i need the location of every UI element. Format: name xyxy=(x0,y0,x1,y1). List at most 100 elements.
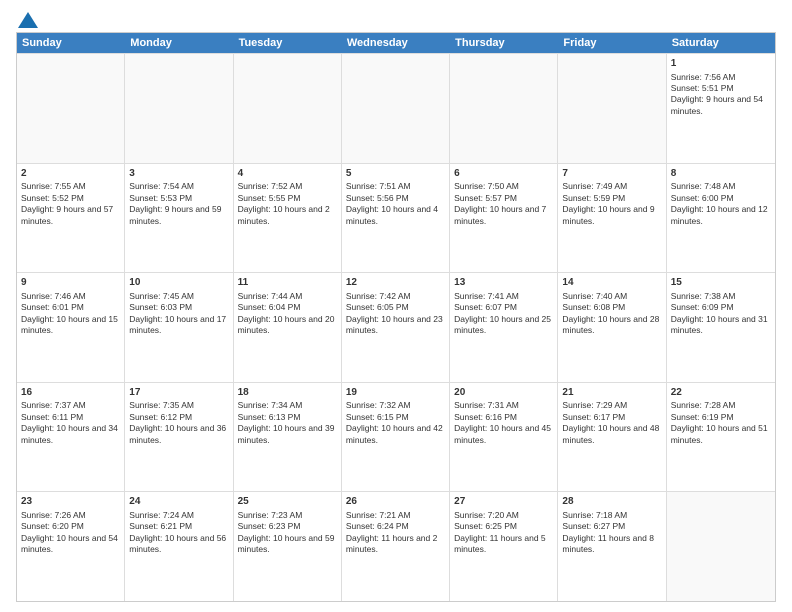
calendar-cell-1-5: 7Sunrise: 7:49 AM Sunset: 5:59 PM Daylig… xyxy=(558,164,666,273)
day-number: 14 xyxy=(562,276,661,290)
day-info: Sunrise: 7:32 AM Sunset: 6:15 PM Dayligh… xyxy=(346,400,443,444)
header-day-tuesday: Tuesday xyxy=(234,33,342,53)
calendar-cell-2-6: 15Sunrise: 7:38 AM Sunset: 6:09 PM Dayli… xyxy=(667,273,775,382)
calendar-cell-2-0: 9Sunrise: 7:46 AM Sunset: 6:01 PM Daylig… xyxy=(17,273,125,382)
calendar-cell-3-6: 22Sunrise: 7:28 AM Sunset: 6:19 PM Dayli… xyxy=(667,383,775,492)
calendar-cell-1-2: 4Sunrise: 7:52 AM Sunset: 5:55 PM Daylig… xyxy=(234,164,342,273)
day-info: Sunrise: 7:51 AM Sunset: 5:56 PM Dayligh… xyxy=(346,181,438,225)
day-info: Sunrise: 7:42 AM Sunset: 6:05 PM Dayligh… xyxy=(346,291,443,335)
day-number: 12 xyxy=(346,276,445,290)
calendar-cell-4-6 xyxy=(667,492,775,601)
calendar-cell-3-4: 20Sunrise: 7:31 AM Sunset: 6:16 PM Dayli… xyxy=(450,383,558,492)
day-number: 13 xyxy=(454,276,553,290)
day-number: 11 xyxy=(238,276,337,290)
calendar-row-4: 23Sunrise: 7:26 AM Sunset: 6:20 PM Dayli… xyxy=(17,491,775,601)
day-number: 24 xyxy=(129,495,228,509)
header-day-thursday: Thursday xyxy=(450,33,558,53)
calendar-cell-4-2: 25Sunrise: 7:23 AM Sunset: 6:23 PM Dayli… xyxy=(234,492,342,601)
day-info: Sunrise: 7:31 AM Sunset: 6:16 PM Dayligh… xyxy=(454,400,551,444)
day-number: 6 xyxy=(454,167,553,181)
calendar-cell-2-1: 10Sunrise: 7:45 AM Sunset: 6:03 PM Dayli… xyxy=(125,273,233,382)
calendar-cell-1-3: 5Sunrise: 7:51 AM Sunset: 5:56 PM Daylig… xyxy=(342,164,450,273)
day-number: 28 xyxy=(562,495,661,509)
calendar-row-3: 16Sunrise: 7:37 AM Sunset: 6:11 PM Dayli… xyxy=(17,382,775,492)
day-info: Sunrise: 7:52 AM Sunset: 5:55 PM Dayligh… xyxy=(238,181,330,225)
day-info: Sunrise: 7:48 AM Sunset: 6:00 PM Dayligh… xyxy=(671,181,768,225)
day-info: Sunrise: 7:20 AM Sunset: 6:25 PM Dayligh… xyxy=(454,510,546,554)
calendar-row-1: 2Sunrise: 7:55 AM Sunset: 5:52 PM Daylig… xyxy=(17,163,775,273)
day-number: 10 xyxy=(129,276,228,290)
calendar-cell-0-0 xyxy=(17,54,125,163)
day-info: Sunrise: 7:28 AM Sunset: 6:19 PM Dayligh… xyxy=(671,400,768,444)
header-day-wednesday: Wednesday xyxy=(342,33,450,53)
day-number: 3 xyxy=(129,167,228,181)
calendar-cell-1-6: 8Sunrise: 7:48 AM Sunset: 6:00 PM Daylig… xyxy=(667,164,775,273)
logo-icon xyxy=(18,12,38,28)
calendar-cell-2-4: 13Sunrise: 7:41 AM Sunset: 6:07 PM Dayli… xyxy=(450,273,558,382)
calendar-cell-4-4: 27Sunrise: 7:20 AM Sunset: 6:25 PM Dayli… xyxy=(450,492,558,601)
calendar-cell-0-1 xyxy=(125,54,233,163)
day-info: Sunrise: 7:29 AM Sunset: 6:17 PM Dayligh… xyxy=(562,400,659,444)
day-number: 18 xyxy=(238,386,337,400)
day-number: 8 xyxy=(671,167,771,181)
day-number: 15 xyxy=(671,276,771,290)
day-number: 21 xyxy=(562,386,661,400)
day-info: Sunrise: 7:50 AM Sunset: 5:57 PM Dayligh… xyxy=(454,181,546,225)
day-number: 20 xyxy=(454,386,553,400)
day-info: Sunrise: 7:55 AM Sunset: 5:52 PM Dayligh… xyxy=(21,181,113,225)
page: SundayMondayTuesdayWednesdayThursdayFrid… xyxy=(0,0,792,612)
day-number: 19 xyxy=(346,386,445,400)
calendar-cell-3-0: 16Sunrise: 7:37 AM Sunset: 6:11 PM Dayli… xyxy=(17,383,125,492)
calendar-cell-3-3: 19Sunrise: 7:32 AM Sunset: 6:15 PM Dayli… xyxy=(342,383,450,492)
day-number: 5 xyxy=(346,167,445,181)
calendar-cell-3-2: 18Sunrise: 7:34 AM Sunset: 6:13 PM Dayli… xyxy=(234,383,342,492)
day-info: Sunrise: 7:56 AM Sunset: 5:51 PM Dayligh… xyxy=(671,72,763,116)
calendar-cell-3-5: 21Sunrise: 7:29 AM Sunset: 6:17 PM Dayli… xyxy=(558,383,666,492)
calendar: SundayMondayTuesdayWednesdayThursdayFrid… xyxy=(16,32,776,602)
logo xyxy=(16,12,38,24)
day-number: 7 xyxy=(562,167,661,181)
calendar-row-0: 1Sunrise: 7:56 AM Sunset: 5:51 PM Daylig… xyxy=(17,53,775,163)
header-day-saturday: Saturday xyxy=(667,33,775,53)
day-info: Sunrise: 7:40 AM Sunset: 6:08 PM Dayligh… xyxy=(562,291,659,335)
calendar-body: 1Sunrise: 7:56 AM Sunset: 5:51 PM Daylig… xyxy=(17,53,775,601)
calendar-cell-0-3 xyxy=(342,54,450,163)
header-day-monday: Monday xyxy=(125,33,233,53)
day-info: Sunrise: 7:18 AM Sunset: 6:27 PM Dayligh… xyxy=(562,510,654,554)
day-info: Sunrise: 7:34 AM Sunset: 6:13 PM Dayligh… xyxy=(238,400,335,444)
calendar-cell-1-1: 3Sunrise: 7:54 AM Sunset: 5:53 PM Daylig… xyxy=(125,164,233,273)
calendar-cell-1-0: 2Sunrise: 7:55 AM Sunset: 5:52 PM Daylig… xyxy=(17,164,125,273)
day-info: Sunrise: 7:37 AM Sunset: 6:11 PM Dayligh… xyxy=(21,400,118,444)
day-info: Sunrise: 7:49 AM Sunset: 5:59 PM Dayligh… xyxy=(562,181,654,225)
day-info: Sunrise: 7:38 AM Sunset: 6:09 PM Dayligh… xyxy=(671,291,768,335)
calendar-cell-0-2 xyxy=(234,54,342,163)
calendar-cell-4-5: 28Sunrise: 7:18 AM Sunset: 6:27 PM Dayli… xyxy=(558,492,666,601)
day-info: Sunrise: 7:41 AM Sunset: 6:07 PM Dayligh… xyxy=(454,291,551,335)
day-info: Sunrise: 7:23 AM Sunset: 6:23 PM Dayligh… xyxy=(238,510,335,554)
day-number: 27 xyxy=(454,495,553,509)
day-number: 4 xyxy=(238,167,337,181)
day-info: Sunrise: 7:26 AM Sunset: 6:20 PM Dayligh… xyxy=(21,510,118,554)
day-number: 25 xyxy=(238,495,337,509)
day-number: 9 xyxy=(21,276,120,290)
day-number: 17 xyxy=(129,386,228,400)
day-number: 16 xyxy=(21,386,120,400)
day-number: 23 xyxy=(21,495,120,509)
calendar-cell-4-1: 24Sunrise: 7:24 AM Sunset: 6:21 PM Dayli… xyxy=(125,492,233,601)
day-info: Sunrise: 7:35 AM Sunset: 6:12 PM Dayligh… xyxy=(129,400,226,444)
calendar-cell-4-3: 26Sunrise: 7:21 AM Sunset: 6:24 PM Dayli… xyxy=(342,492,450,601)
header xyxy=(16,12,776,24)
calendar-cell-0-6: 1Sunrise: 7:56 AM Sunset: 5:51 PM Daylig… xyxy=(667,54,775,163)
day-info: Sunrise: 7:54 AM Sunset: 5:53 PM Dayligh… xyxy=(129,181,221,225)
day-info: Sunrise: 7:46 AM Sunset: 6:01 PM Dayligh… xyxy=(21,291,118,335)
calendar-cell-2-5: 14Sunrise: 7:40 AM Sunset: 6:08 PM Dayli… xyxy=(558,273,666,382)
header-day-friday: Friday xyxy=(558,33,666,53)
calendar-cell-2-2: 11Sunrise: 7:44 AM Sunset: 6:04 PM Dayli… xyxy=(234,273,342,382)
calendar-row-2: 9Sunrise: 7:46 AM Sunset: 6:01 PM Daylig… xyxy=(17,272,775,382)
day-info: Sunrise: 7:45 AM Sunset: 6:03 PM Dayligh… xyxy=(129,291,226,335)
day-number: 26 xyxy=(346,495,445,509)
day-info: Sunrise: 7:21 AM Sunset: 6:24 PM Dayligh… xyxy=(346,510,438,554)
day-info: Sunrise: 7:44 AM Sunset: 6:04 PM Dayligh… xyxy=(238,291,335,335)
calendar-header: SundayMondayTuesdayWednesdayThursdayFrid… xyxy=(17,33,775,53)
day-number: 2 xyxy=(21,167,120,181)
